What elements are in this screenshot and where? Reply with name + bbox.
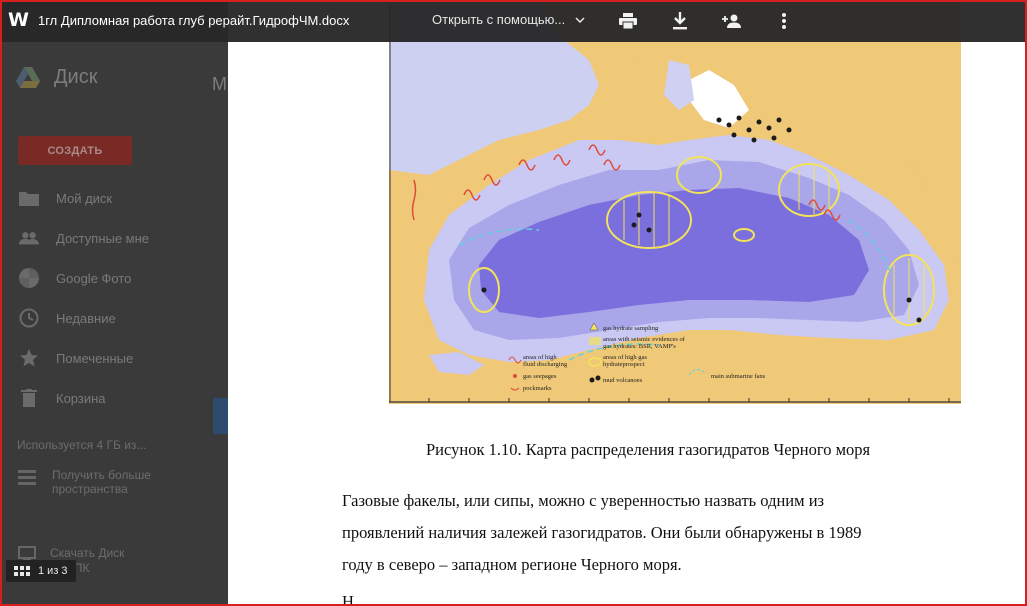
nav-label: Мой диск xyxy=(56,190,113,206)
more-space-line1: Получить больше xyxy=(52,468,151,482)
more-vert-icon[interactable] xyxy=(774,11,794,31)
nav-recent[interactable]: Недавние xyxy=(0,298,228,338)
download-line1: Скачать Диск xyxy=(50,546,125,560)
page-indicator[interactable]: 1 из 3 xyxy=(6,560,76,582)
drive-logo[interactable]: Диск xyxy=(16,66,97,89)
legend-high-fluid-line1: areas of high xyxy=(523,354,557,361)
paragraph-line: проявлений наличия залежей газогидратов.… xyxy=(342,523,862,542)
legend-seismic-line2: gas hydrates: BSR, VAMP's xyxy=(603,343,676,350)
paragraph-line: году в северо – западном регионе Черного… xyxy=(342,555,682,574)
more-space-line2: пространства xyxy=(52,482,128,496)
open-with-label: Открыть с помощью... xyxy=(432,12,566,27)
document-page[interactable]: gas hydrate sampling areas with seismic … xyxy=(228,0,1026,606)
people-icon xyxy=(19,228,39,248)
nav-label: Google Фото xyxy=(56,270,132,286)
legend-high-gas-line1: areas of high gas xyxy=(603,354,647,361)
nav-label: Недавние xyxy=(56,310,116,326)
file-name: 1гл Дипломная работа глуб рерайт.ГидрофЧ… xyxy=(38,13,350,28)
word-icon: W xyxy=(8,9,29,31)
legend-seismic-line1: areas with seismic evidences of xyxy=(603,336,686,343)
nav-label: Корзина xyxy=(56,390,106,406)
clock-icon xyxy=(19,308,39,328)
nav-label: Помеченные xyxy=(56,350,134,366)
storage-icon xyxy=(18,470,36,485)
viewer-toolbar: W 1гл Дипломная работа глуб рерайт.Гидро… xyxy=(0,0,1027,42)
drive-content-edge xyxy=(213,398,228,434)
trash-icon xyxy=(19,388,39,408)
legend-mud-volcanoes: mud volcanoes xyxy=(603,377,643,384)
drive-nav: Мой диск Доступные мне Google Фото Недав… xyxy=(0,178,228,418)
nav-photos[interactable]: Google Фото xyxy=(0,258,228,298)
figure-caption: Рисунок 1.10. Карта распределения газоги… xyxy=(426,440,871,459)
legend-submarine-fans: main submarine fans xyxy=(711,373,766,380)
legend-gas-hydrate-sampling: gas hydrate sampling xyxy=(603,325,659,332)
grid-icon xyxy=(14,566,30,576)
open-with-button[interactable]: Открыть с помощью... xyxy=(432,12,585,27)
legend-gas-seepages: gas seepages xyxy=(523,373,557,380)
next-paragraph-fragment: Н xyxy=(342,592,354,606)
legend-high-gas-line2: hydrateprospect xyxy=(603,361,645,368)
drive-title: Диск xyxy=(54,66,98,88)
storage-usage: Используется 4 ГБ из... xyxy=(17,438,147,452)
star-icon xyxy=(19,348,39,368)
print-icon[interactable] xyxy=(618,11,638,31)
document-paragraph: Газовые факелы, или сипы, можно с уверен… xyxy=(342,485,962,581)
download-icon[interactable] xyxy=(670,11,690,31)
drive-header-letter: М xyxy=(212,74,227,94)
drive-background: Диск М СОЗДАТЬ Мой диск Доступные мне Go… xyxy=(0,0,228,606)
nav-trash[interactable]: Корзина xyxy=(0,378,228,418)
photos-icon xyxy=(19,268,39,288)
page-count: 1 из 3 xyxy=(38,565,68,577)
paragraph-line: Газовые факелы, или сипы, можно с уверен… xyxy=(342,491,825,510)
black-sea-gas-hydrate-map: gas hydrate sampling areas with seismic … xyxy=(389,0,961,404)
nav-shared[interactable]: Доступные мне xyxy=(0,218,228,258)
legend-pockmarks: pockmarks xyxy=(523,385,552,392)
nav-starred[interactable]: Помеченные xyxy=(0,338,228,378)
drive-triangle-icon xyxy=(16,66,40,88)
create-button[interactable]: СОЗДАТЬ xyxy=(18,136,132,165)
add-person-icon[interactable] xyxy=(722,11,742,31)
folder-icon xyxy=(19,188,39,208)
chevron-down-icon xyxy=(575,16,585,23)
nav-my-drive[interactable]: Мой диск xyxy=(0,178,228,218)
get-more-storage-link[interactable]: Получить больше пространства xyxy=(18,468,218,496)
legend-high-fluid-line2: fluid discharging xyxy=(523,361,568,368)
nav-label: Доступные мне xyxy=(56,230,150,246)
